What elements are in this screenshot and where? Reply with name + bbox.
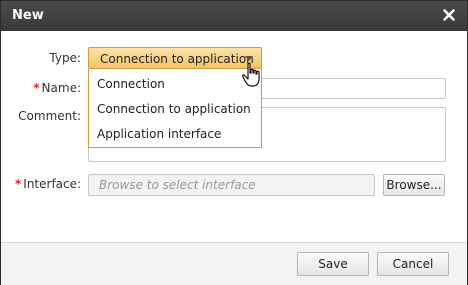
dialog-title: New (12, 8, 44, 23)
interface-field[interactable]: Browse to select interface (88, 174, 375, 196)
type-label: Type: (31, 51, 81, 65)
type-option-connection[interactable]: Connection (89, 73, 261, 95)
type-select[interactable]: Connection to application (88, 47, 262, 69)
type-label-text: Type: (49, 51, 81, 65)
type-select-value: Connection to application (100, 52, 254, 66)
comment-label: Comment: (15, 109, 81, 123)
cancel-button[interactable]: Cancel (377, 252, 449, 276)
hand-cursor-icon (241, 62, 263, 88)
interface-required-marker: * (15, 177, 22, 191)
browse-button[interactable]: Browse... (383, 174, 445, 196)
new-dialog: New Type: * Name: Comment: * Interface: Br… (0, 0, 468, 285)
name-required-marker: * (33, 81, 40, 95)
save-button[interactable]: Save (297, 252, 369, 276)
dialog-footer: Save Cancel (1, 242, 467, 285)
close-icon[interactable] (441, 7, 457, 23)
type-option-application-interface[interactable]: Application interface (89, 123, 261, 145)
interface-label: * Interface: (15, 177, 81, 191)
type-dropdown-menu: Connection Connection to application App… (88, 69, 262, 148)
name-label-text: Name: (41, 81, 81, 95)
chevron-down-icon (245, 56, 253, 61)
interface-label-text: Interface: (23, 177, 82, 191)
name-label: * Name: (21, 81, 81, 95)
dialog-titlebar: New (1, 1, 467, 31)
comment-label-text: Comment: (18, 109, 81, 123)
type-option-connection-to-application[interactable]: Connection to application (89, 98, 261, 120)
